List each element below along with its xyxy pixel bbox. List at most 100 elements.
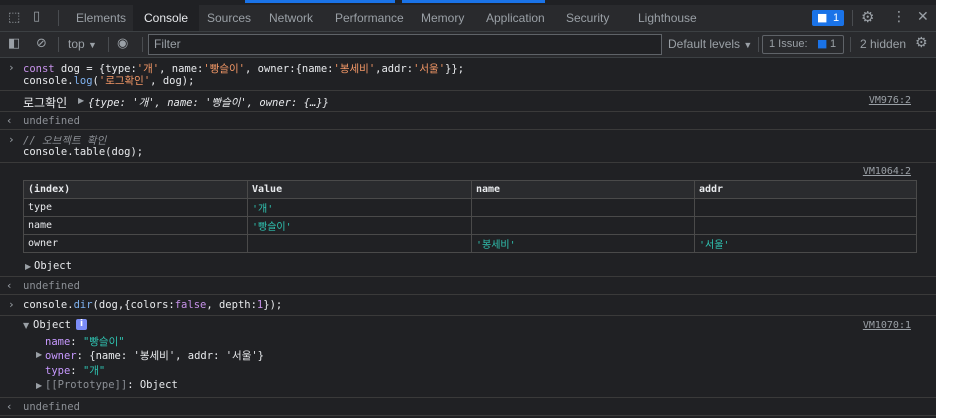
code-token: '봉세비': [333, 63, 376, 75]
table-cell: '봉세비': [471, 234, 695, 253]
code-token: '서울': [413, 63, 446, 75]
object-property[interactable]: owner: {name: '봉세비', addr: '서울'}: [45, 348, 264, 363]
tab-sources[interactable]: Sources: [207, 5, 251, 31]
expand-triangle-icon[interactable]: ▶: [25, 262, 31, 271]
gear-icon[interactable]: ⚙: [861, 10, 874, 25]
more-icon[interactable]: ⋮: [892, 10, 906, 24]
column-header[interactable]: Value: [247, 180, 472, 199]
tab-console[interactable]: Console: [133, 5, 200, 31]
source-link[interactable]: VM976:2: [869, 95, 911, 106]
table-cell: [694, 216, 917, 235]
devtools-panel: ⬚ ▯ Elements Console Sources Network Per…: [0, 0, 936, 418]
table-cell: '개': [247, 198, 472, 217]
tab-lighthouse[interactable]: Lighthouse: [638, 5, 697, 31]
toolbar-divider: [58, 10, 59, 26]
code-token: false: [174, 299, 207, 311]
collapse-triangle-icon[interactable]: ▼: [23, 321, 29, 330]
log-levels-label: Default levels: [668, 37, 741, 51]
message-icon: ■: [817, 11, 828, 24]
window-accent-bar: [245, 0, 395, 3]
column-header[interactable]: (index): [23, 180, 248, 199]
filter-placeholder: Filter: [154, 37, 181, 51]
context-value: top: [68, 37, 85, 51]
table-cell: name: [23, 216, 248, 235]
source-link[interactable]: VM1070:1: [863, 320, 911, 331]
code-token: console.: [23, 299, 74, 311]
issues-button[interactable]: 1 Issue: ■ 1: [762, 35, 844, 54]
context-selector[interactable]: top ▼: [68, 37, 97, 51]
code-token: , owner:{name:: [245, 63, 334, 75]
property-key: [[Prototype]]: [45, 379, 128, 391]
table-cell: '서울': [694, 234, 917, 253]
expand-triangle-icon[interactable]: ▶: [78, 96, 84, 105]
console-result-entry: ‹ undefined: [0, 398, 936, 416]
object-property[interactable]: [[Prototype]]: Object: [45, 379, 178, 391]
tab-memory[interactable]: Memory: [421, 5, 464, 31]
expand-triangle-icon[interactable]: ▶: [36, 350, 42, 359]
tab-security[interactable]: Security: [566, 5, 609, 31]
toolbar-divider: [108, 37, 109, 52]
inspect-icon[interactable]: ⬚: [8, 11, 20, 24]
sidebar-toggle-icon[interactable]: ◧: [8, 37, 20, 50]
tab-network[interactable]: Network: [269, 5, 313, 31]
table-cell: type: [23, 198, 248, 217]
console-result-entry: ‹ undefined: [0, 277, 936, 295]
clear-console-icon[interactable]: ⊘: [36, 37, 47, 50]
console-settings-icon[interactable]: ⚙: [915, 36, 928, 50]
column-header[interactable]: addr: [694, 180, 917, 199]
code-token: log: [73, 75, 93, 87]
code-token: , depth:: [206, 299, 257, 311]
result-value: undefined: [23, 401, 80, 413]
console-table: (index) Value name addr type '개' name '빵…: [23, 180, 917, 253]
info-icon[interactable]: i: [76, 319, 87, 330]
device-toggle-icon[interactable]: ▯: [33, 10, 40, 23]
result-arrow-icon: ‹: [7, 279, 12, 292]
toolbar-divider: [852, 10, 853, 26]
filter-input[interactable]: Filter: [148, 34, 662, 55]
result-arrow-icon: ‹: [7, 114, 12, 127]
property-value: Object: [139, 379, 178, 391]
code-token: console.: [23, 75, 74, 87]
result-value: undefined: [23, 115, 80, 127]
console-input-entry: › console.dir(dog,{colors:false, depth:1…: [0, 295, 936, 316]
table-cell: owner: [23, 234, 248, 253]
close-icon[interactable]: ✕: [917, 10, 929, 24]
object-property: type: "개": [45, 365, 106, 377]
object-preview[interactable]: {type: '개', name: '빵슬이', owner: {…}}: [88, 95, 329, 110]
code-token: , dog);: [150, 75, 195, 87]
tab-elements[interactable]: Elements: [76, 5, 126, 31]
code-token: '빵슬이': [203, 63, 245, 75]
code-token: '로그확인': [98, 75, 151, 87]
message-icon: ■: [817, 37, 828, 50]
object-label[interactable]: Object: [34, 260, 72, 272]
issues-label: 1 Issue:: [769, 38, 808, 50]
hidden-count[interactable]: 2 hidden: [860, 37, 906, 51]
property-key: name: [45, 336, 71, 348]
page-scrollbar-area: [936, 0, 966, 418]
issues-badge-count: 1: [833, 12, 840, 24]
console-dir-entry: ▼ Object i VM1070:1 name: "빵슬이" ▶ owner:…: [0, 316, 936, 398]
code-token: (dog,{colors:: [92, 299, 175, 311]
source-link[interactable]: VM1064:2: [863, 166, 911, 177]
table-cell: [471, 216, 695, 235]
issues-count: 1: [830, 38, 837, 50]
chevron-down-icon: ▼: [743, 40, 753, 50]
console-result-entry: ‹ undefined: [0, 112, 936, 130]
eye-icon[interactable]: ◉: [117, 37, 128, 50]
table-header-row: (index) Value name addr: [23, 180, 917, 199]
tab-performance[interactable]: Performance: [335, 5, 404, 31]
log-levels-dropdown[interactable]: Default levels ▼: [668, 37, 752, 51]
console-toolbar: ◧ ⊘ top ▼ ◉ Filter Default levels ▼ 1 Is…: [0, 32, 936, 58]
object-label[interactable]: Object: [33, 319, 71, 331]
chevron-down-icon: ▼: [88, 40, 97, 50]
toolbar-divider: [142, 37, 143, 52]
issues-badge[interactable]: ■ 1: [812, 10, 844, 26]
column-header[interactable]: name: [471, 180, 695, 199]
tab-application[interactable]: Application: [486, 5, 545, 31]
expand-triangle-icon[interactable]: ▶: [36, 381, 42, 390]
devtools-tab-bar: ⬚ ▯ Elements Console Sources Network Per…: [0, 5, 936, 32]
table-cell: '빵슬이': [247, 216, 472, 235]
table-row: name '빵슬이': [23, 216, 917, 235]
result-arrow-icon: ‹: [7, 400, 12, 413]
console-input-entry: › const dog = {type:'개', name:'빵슬이', own…: [0, 58, 936, 91]
